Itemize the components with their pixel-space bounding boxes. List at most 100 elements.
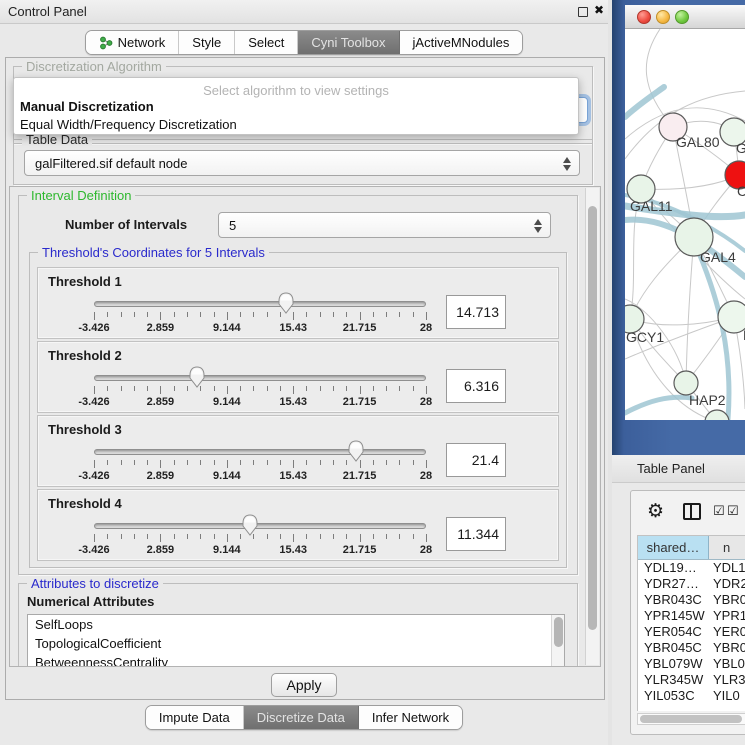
minimize-traffic-light-icon[interactable] [656,10,670,24]
threshold-slider[interactable]: -3.4262.8599.14415.4321.71528 [94,342,426,414]
node-table: shared… n YDL19…YDL1YDR27…YDR2YBR043CYBR… [637,535,745,711]
slider-thumb-icon[interactable] [241,514,259,536]
attribute-item-betweennesscentrality[interactable]: BetweennessCentrality [28,653,564,667]
table-panel-titlebar: Table Panel [612,455,745,483]
table-row[interactable]: YBL079WYBL0 [638,656,745,672]
table-row[interactable]: YER054CYER0 [638,624,745,640]
tab-infer-network[interactable]: Infer Network [359,706,462,729]
number-of-intervals-combobox[interactable]: 5 [218,212,551,238]
threshold-slider[interactable]: -3.4262.8599.14415.4321.71528 [94,268,426,340]
tab-label: Style [192,35,221,50]
number-of-intervals-value: 5 [229,218,236,233]
panel-vertical-scrollbar[interactable] [585,188,599,665]
table-row[interactable]: YLR345WYLR3 [638,672,745,688]
slider-ticks [94,312,426,321]
combo-arrows-icon [563,156,572,172]
table-cell: YDR2 [709,576,745,592]
tab-style[interactable]: Style [179,31,235,54]
table-row[interactable]: YBR043CYBR0 [638,592,745,608]
table-cell: YER0 [709,624,745,640]
zoom-traffic-light-icon[interactable] [675,10,689,24]
split-view-icon[interactable] [683,503,701,520]
tick-label: 9.144 [213,470,241,482]
table-cell: YLR3 [709,672,745,688]
tab-label: Select [248,35,284,50]
dropdown-option-equal-width-frequency[interactable]: Equal Width/Frequency Discretization [14,116,578,134]
table-header-row: shared… n [638,536,745,560]
node-label: G [736,140,745,156]
attribute-item-selfloops[interactable]: SelfLoops [28,615,564,634]
table-data-combobox[interactable]: galFiltered.sif default node [24,150,580,176]
slider-thumb-icon[interactable] [347,440,365,462]
control-panel-titlebar: Control Panel ✖ [0,0,608,24]
tick-label: -3.426 [78,396,109,408]
close-icon[interactable]: ✖ [594,3,604,17]
table-cell: YBL079W [638,656,709,672]
threshold-value-field[interactable]: 14.713 [446,295,506,329]
node-label: GCY1 [626,329,664,345]
checkbox-icon[interactable]: ☑ [727,504,739,519]
tick-label: 21.715 [343,544,377,556]
network-graph: GAL80GCGAL11GAL4GCY1HHAP2 [625,29,745,420]
threshold-slider[interactable]: -3.4262.8599.14415.4321.71528 [94,490,426,562]
column-header-shared-name[interactable]: shared… [638,536,709,559]
network-icon [99,36,113,50]
tab-cyni-toolbox[interactable]: Cyni Toolbox [298,31,399,54]
threshold-value-field[interactable]: 6.316 [446,369,506,403]
slider-track[interactable] [94,449,426,455]
table-cell: YBL0 [709,656,745,672]
network-canvas[interactable]: GAL80GCGAL11GAL4GCY1HHAP2 [625,29,745,420]
tick-label: 28 [420,322,432,334]
float-window-icon[interactable] [578,7,588,17]
table-row[interactable]: YBR045CYBR0 [638,640,745,656]
threshold-slider[interactable]: -3.4262.8599.14415.4321.71528 [94,416,426,488]
gear-icon[interactable]: ⚙ [647,500,664,522]
scrollbar-thumb[interactable] [554,617,563,647]
table-row[interactable]: YDL19…YDL1 [638,560,745,576]
network-node-h[interactable] [718,301,745,333]
table-horizontal-scrollbar[interactable] [637,713,745,725]
dropdown-option-manual-discretization[interactable]: Manual Discretization [14,98,578,116]
slider-track[interactable] [94,301,426,307]
attributes-scrollbar[interactable] [551,615,564,667]
apply-button[interactable]: Apply [271,673,337,697]
scrollbar-thumb[interactable] [640,715,742,723]
checkbox-icon[interactable]: ☑ [713,504,725,519]
tab-select[interactable]: Select [235,31,298,54]
table-row[interactable]: YIL053CYIL0 [638,688,745,704]
network-edge-thick [625,397,692,413]
slider-tick-labels: -3.4262.8599.14415.4321.71528 [94,470,426,482]
tab-discretize-data[interactable]: Discretize Data [244,706,359,729]
slider-thumb-icon[interactable] [188,366,206,388]
table-cell: YLR345W [638,672,709,688]
table-cell: YBR045C [638,640,709,656]
threshold-panel-3: Threshold 3-3.4262.8599.14415.4321.71528… [37,415,559,487]
network-window-titlebar [625,5,745,29]
attributes-to-discretize-group: Attributes to discretize Numerical Attri… [18,583,578,667]
threshold-value-field[interactable]: 21.4 [446,443,506,477]
tab-jactivemnodules[interactable]: jActiveMNodules [400,31,523,54]
algorithm-dropdown-popup: Select algorithm to view settings Manual… [13,77,579,135]
numerical-attributes-list[interactable]: SelfLoopsTopologicalCoefficientBetweenne… [27,614,565,667]
slider-thumb-icon[interactable] [277,292,295,314]
slider-tick-labels: -3.4262.8599.14415.4321.71528 [94,322,426,334]
table-row[interactable]: YDR27…YDR2 [638,576,745,592]
table-row[interactable]: YPR145WYPR1 [638,608,745,624]
table-cell: YER054C [638,624,709,640]
tab-impute-data[interactable]: Impute Data [146,706,244,729]
threshold-value-field[interactable]: 11.344 [446,517,506,551]
column-header-name[interactable]: n [709,536,745,559]
table-cell: YDL19… [638,560,709,576]
tick-label: 9.144 [213,322,241,334]
tab-network[interactable]: Network [86,31,180,54]
scrollbar-thumb[interactable] [588,206,597,630]
close-traffic-light-icon[interactable] [637,10,651,24]
table-toolbar: ⚙ ☑ ☑ [631,491,745,535]
tab-label: Infer Network [372,710,449,725]
network-edge-thick [625,87,664,117]
tab-label: Cyni Toolbox [311,35,385,50]
tick-label: 21.715 [343,322,377,334]
slider-track[interactable] [94,375,426,381]
slider-track[interactable] [94,523,426,529]
attribute-item-topologicalcoefficient[interactable]: TopologicalCoefficient [28,634,564,653]
